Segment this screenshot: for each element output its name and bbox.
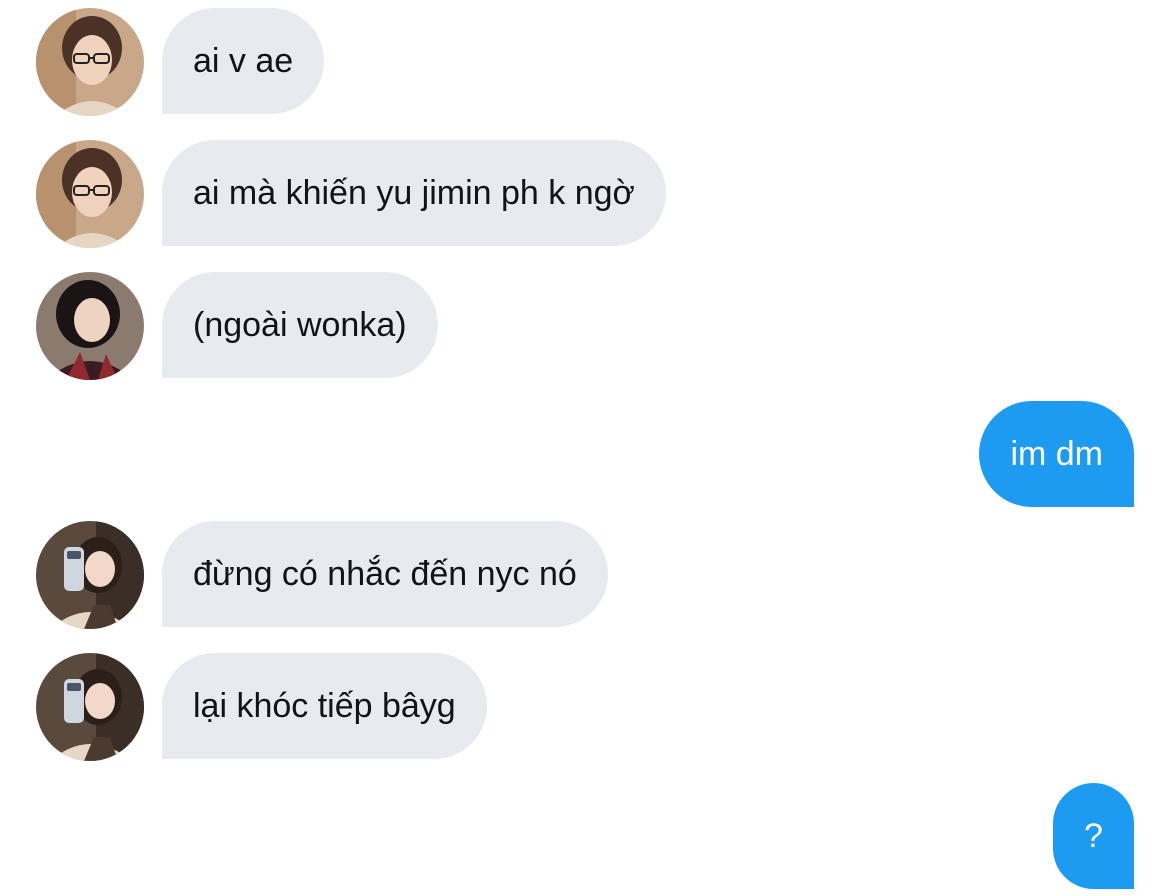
incoming-message-bubble[interactable]: (ngoài wonka)	[162, 272, 438, 378]
avatar[interactable]	[36, 140, 144, 248]
outgoing-message-bubble[interactable]: ?	[1053, 783, 1134, 889]
message-row: lại khóc tiếp bâyg	[0, 653, 1170, 761]
avatar-image	[36, 140, 144, 248]
outgoing-message-bubble[interactable]: im dm	[979, 401, 1134, 507]
avatar-image	[36, 521, 144, 629]
avatar-image	[36, 653, 144, 761]
message-row: ai v ae	[0, 8, 1170, 116]
incoming-message-bubble[interactable]: lại khóc tiếp bâyg	[162, 653, 487, 759]
avatar[interactable]	[36, 521, 144, 629]
message-row: đừng có nhắc đến nyc nó	[0, 521, 1170, 629]
avatar[interactable]	[36, 653, 144, 761]
message-row: ?	[0, 783, 1170, 889]
incoming-message-bubble[interactable]: ai v ae	[162, 8, 325, 114]
message-row: im dm	[0, 401, 1170, 507]
avatar-image	[36, 272, 144, 380]
incoming-message-bubble[interactable]: đừng có nhắc đến nyc nó	[162, 521, 608, 627]
avatar[interactable]	[36, 272, 144, 380]
incoming-message-bubble[interactable]: ai mà khiến yu jimin ph k ngờ	[162, 140, 666, 246]
message-row: ai mà khiến yu jimin ph k ngờ	[0, 140, 1170, 248]
avatar[interactable]	[36, 8, 144, 116]
avatar-image	[36, 8, 144, 116]
message-row: (ngoài wonka)	[0, 272, 1170, 380]
